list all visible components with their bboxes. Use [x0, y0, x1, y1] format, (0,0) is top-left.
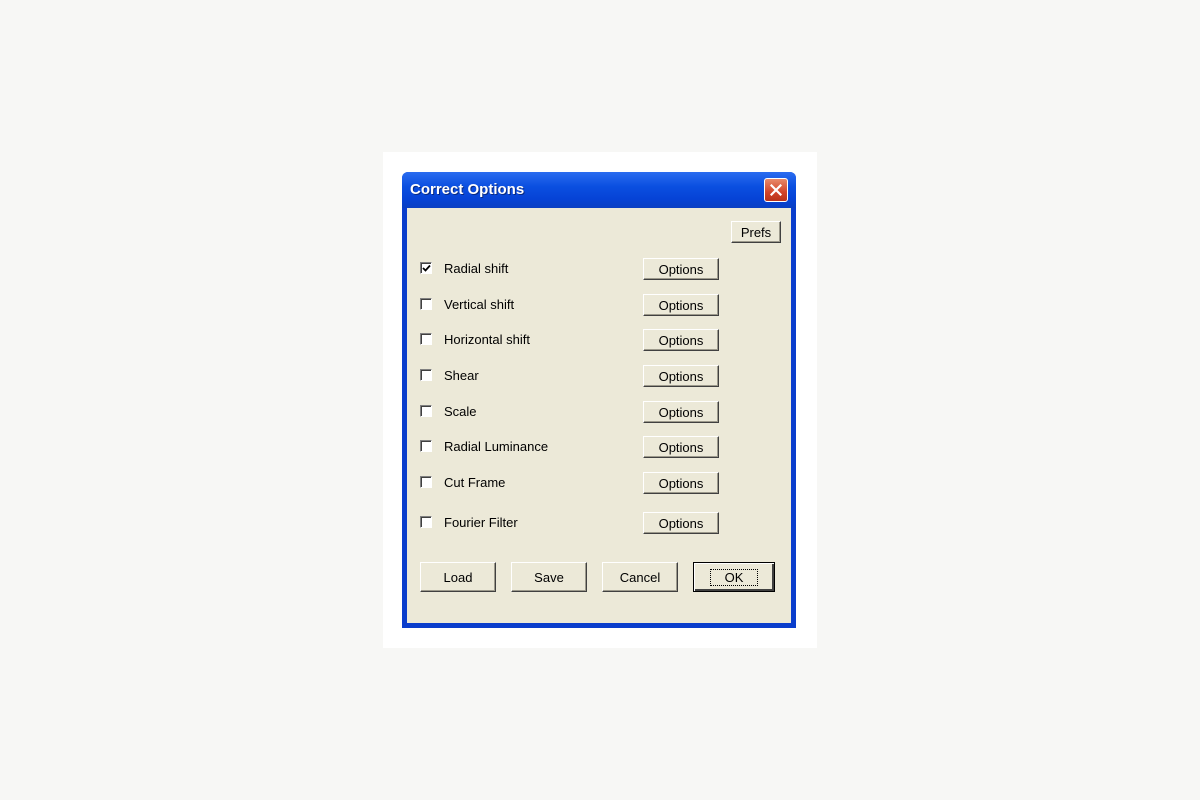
- horizontal-shift-options-button[interactable]: Options: [643, 329, 719, 351]
- cut-frame-checkbox[interactable]: [420, 476, 432, 488]
- shear-checkbox[interactable]: [420, 369, 432, 381]
- close-button[interactable]: [764, 178, 788, 202]
- radial-luminance-checkbox[interactable]: [420, 440, 432, 452]
- save-button[interactable]: Save: [511, 562, 587, 592]
- option-row-cut-frame[interactable]: Cut Frame: [420, 473, 505, 491]
- cut-frame-label: Cut Frame: [444, 474, 506, 490]
- shear-options-button[interactable]: Options: [643, 365, 719, 387]
- fourier-filter-options-button[interactable]: Options: [643, 512, 719, 534]
- dialog-body: Prefs Radial shift Options Vertical shif…: [407, 208, 791, 623]
- ok-button-label: OK: [709, 568, 759, 586]
- cancel-button[interactable]: Cancel: [602, 562, 678, 592]
- radial-luminance-options-button[interactable]: Options: [643, 436, 719, 458]
- fourier-filter-label: Fourier Filter: [444, 514, 518, 530]
- scale-options-button[interactable]: Options: [643, 401, 719, 423]
- ok-button[interactable]: OK: [693, 562, 775, 592]
- horizontal-shift-label: Horizontal shift: [444, 331, 530, 347]
- scale-label: Scale: [444, 403, 477, 419]
- option-row-horizontal-shift[interactable]: Horizontal shift: [420, 330, 530, 348]
- window-title: Correct Options: [410, 181, 525, 198]
- radial-shift-label: Radial shift: [444, 260, 509, 276]
- checkmark-icon: [422, 264, 431, 272]
- option-row-radial-luminance[interactable]: Radial Luminance: [420, 437, 548, 455]
- vertical-shift-label: Vertical shift: [444, 296, 515, 312]
- correct-options-dialog: Correct Options Prefs Radial shift Optio…: [402, 172, 796, 628]
- fourier-filter-checkbox[interactable]: [420, 516, 432, 528]
- option-row-radial-shift[interactable]: Radial shift: [420, 259, 508, 277]
- vertical-shift-options-button[interactable]: Options: [643, 294, 719, 316]
- option-row-fourier-filter[interactable]: Fourier Filter: [420, 513, 518, 531]
- option-row-scale[interactable]: Scale: [420, 402, 477, 420]
- option-row-shear[interactable]: Shear: [420, 366, 479, 384]
- option-row-vertical-shift[interactable]: Vertical shift: [420, 295, 514, 313]
- prefs-button[interactable]: Prefs: [731, 221, 781, 243]
- scale-checkbox[interactable]: [420, 405, 432, 417]
- load-button[interactable]: Load: [420, 562, 496, 592]
- close-icon: [770, 184, 782, 196]
- radial-luminance-label: Radial Luminance: [444, 438, 549, 454]
- cut-frame-options-button[interactable]: Options: [643, 472, 719, 494]
- vertical-shift-checkbox[interactable]: [420, 298, 432, 310]
- title-bar[interactable]: Correct Options: [402, 172, 796, 208]
- radial-shift-options-button[interactable]: Options: [643, 258, 719, 280]
- horizontal-shift-checkbox[interactable]: [420, 333, 432, 345]
- shear-label: Shear: [444, 367, 479, 383]
- radial-shift-checkbox[interactable]: [420, 262, 432, 274]
